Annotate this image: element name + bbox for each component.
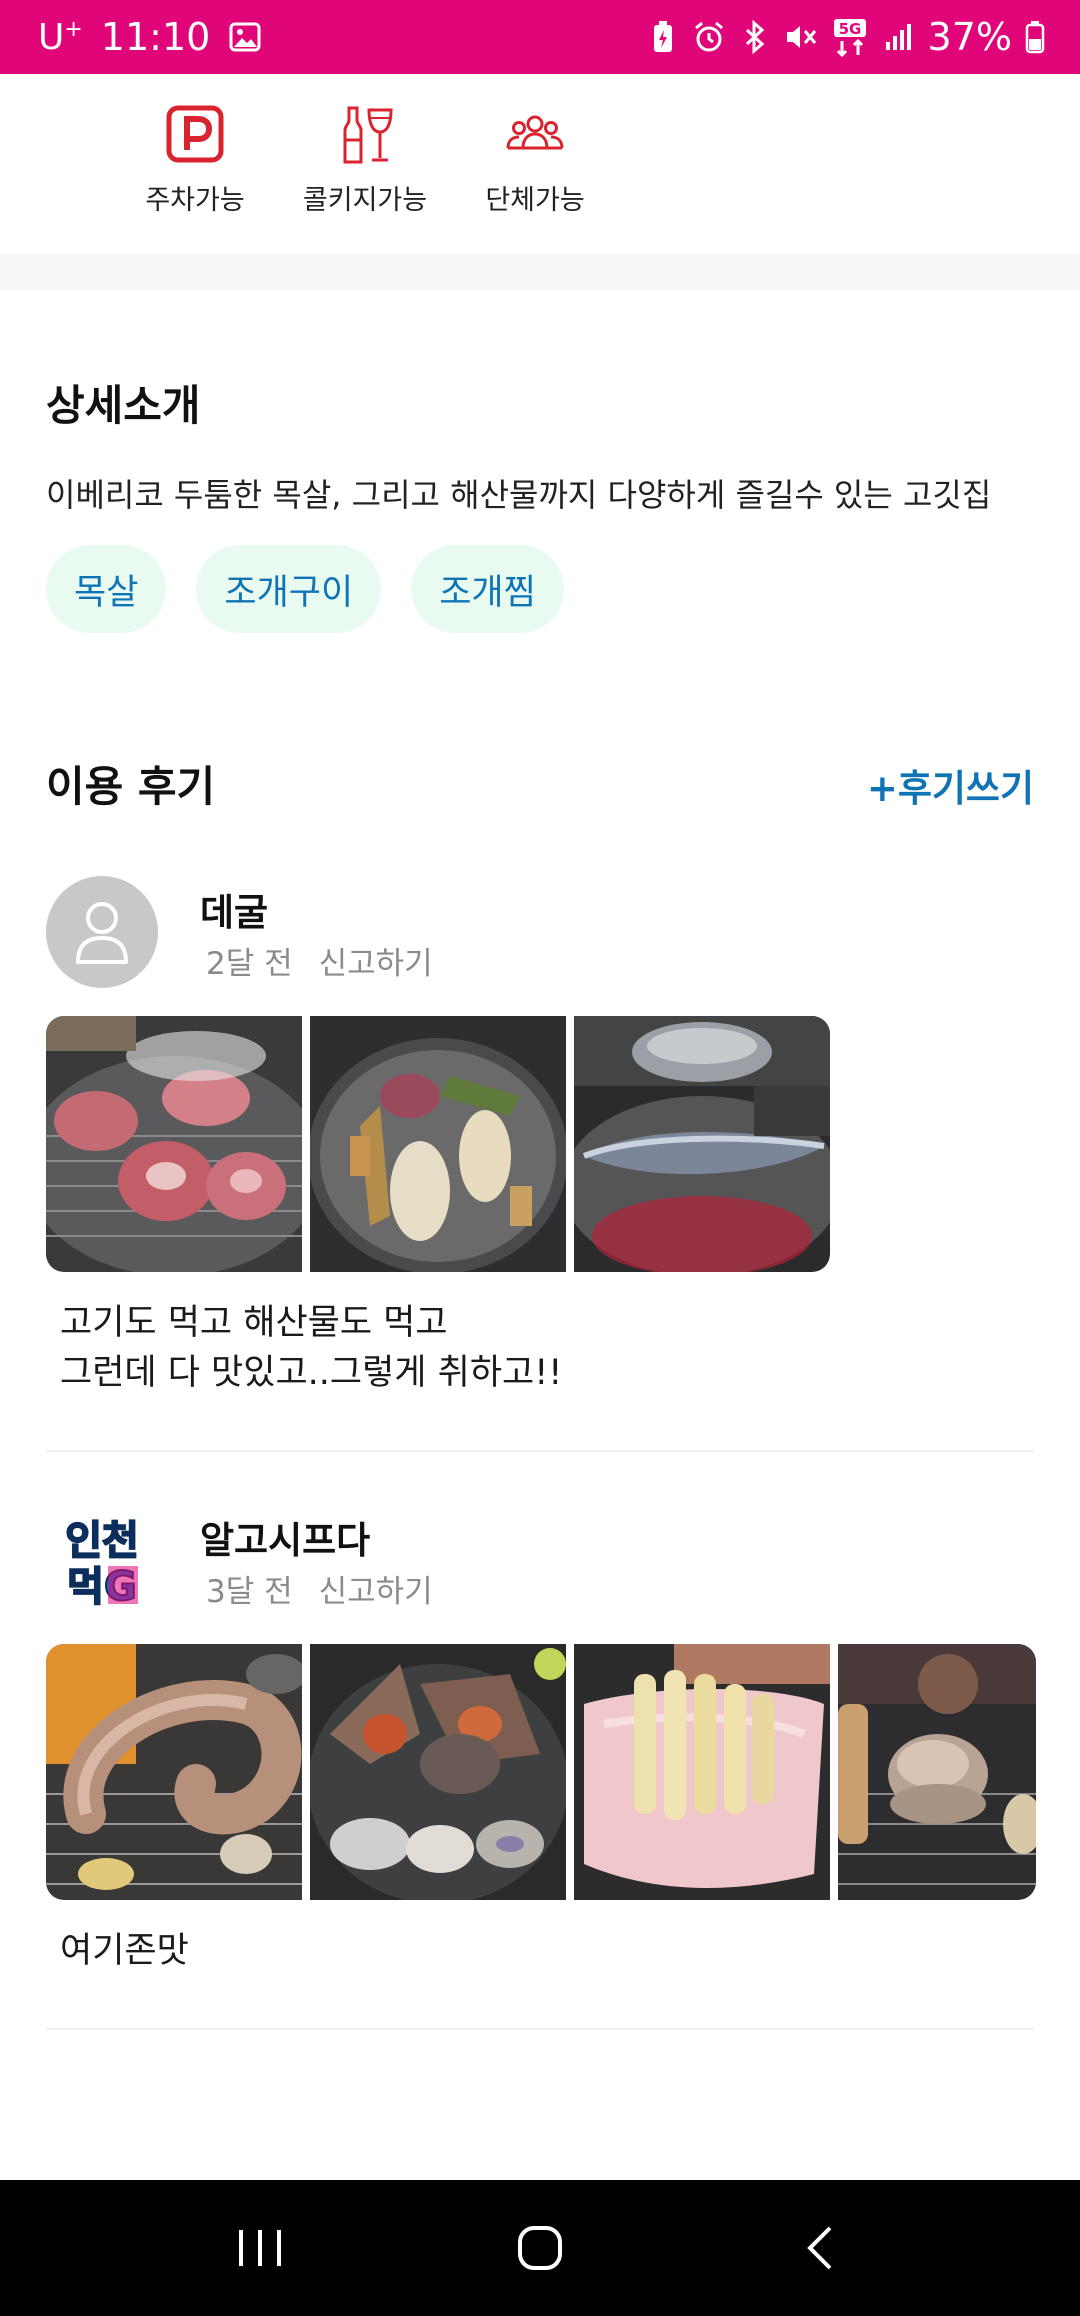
- review-separator: [46, 2028, 1034, 2030]
- bluetooth-icon: [738, 17, 772, 57]
- home-icon: [518, 2226, 562, 2270]
- parking-icon: [166, 102, 224, 166]
- user-placeholder-icon: [76, 902, 128, 964]
- review-time: 2달 전: [206, 946, 293, 982]
- review-photo[interactable]: [46, 1016, 302, 1272]
- group-icon: [505, 102, 565, 166]
- incheon-mukg-logo: 인천 먹G: [60, 1514, 144, 1611]
- review-time: 3달 전: [206, 1574, 293, 1610]
- avatar[interactable]: [46, 876, 158, 988]
- home-button[interactable]: [480, 2208, 600, 2288]
- amenity-label: 단체가능: [485, 185, 585, 216]
- section-divider: [0, 254, 1080, 290]
- review-photo[interactable]: [574, 1644, 830, 1900]
- back-button[interactable]: [760, 2208, 880, 2288]
- corkage-icon: [335, 102, 395, 166]
- alarm-icon: [692, 17, 726, 57]
- amenity-label: 콜키지가능: [302, 185, 428, 216]
- tag-list: 목살 조개구이 조개찜: [46, 545, 564, 633]
- review-photos: [46, 1016, 830, 1272]
- review-photo[interactable]: [310, 1644, 566, 1900]
- amenity-group: 단체가능: [450, 74, 620, 254]
- report-button[interactable]: 신고하기: [319, 1566, 433, 1611]
- back-icon: [807, 2226, 832, 2270]
- amenity-parking: 주차가능: [110, 74, 280, 254]
- review-photo[interactable]: [574, 1016, 830, 1272]
- review-user-name: 데굴: [200, 891, 269, 934]
- battery-saver-icon: [646, 17, 680, 57]
- review-photo[interactable]: [46, 1644, 302, 1900]
- review-meta: 2달 전 신고하기: [206, 938, 433, 983]
- avatar[interactable]: 인천 먹G: [46, 1504, 158, 1616]
- tag-chip[interactable]: 목살: [46, 545, 167, 633]
- review-text: 고기도 먹고 해산물도 먹고 그런데 다 맛있고..그렇게 취하고!!: [60, 1303, 563, 1393]
- review-photo[interactable]: [838, 1644, 1036, 1900]
- tag-chip[interactable]: 조개구이: [196, 545, 382, 633]
- review-meta: 3달 전 신고하기: [206, 1566, 433, 1611]
- review-item: 데굴 2달 전 신고하기 고기도 먹고 해산물도 먹고 그런데 다 맛있고..그…: [46, 876, 1034, 1416]
- review-user-name: 알고시프다: [200, 1519, 371, 1562]
- network-5g-icon: 5G: [830, 17, 870, 57]
- status-right: 5G 37%: [646, 15, 1046, 59]
- gallery-icon: [228, 17, 262, 57]
- review-photos: [46, 1644, 1036, 1900]
- recent-apps-button[interactable]: [200, 2208, 320, 2288]
- review-photo[interactable]: [310, 1016, 566, 1272]
- detail-title: 상세소개: [46, 381, 201, 430]
- network-type-label: 5G: [838, 20, 861, 38]
- review-separator: [46, 1450, 1034, 1452]
- review-item: 인천 먹G 알고시프다 3달 전 신고하기 여기존맛: [46, 1504, 1036, 2024]
- report-button[interactable]: 신고하기: [319, 938, 433, 983]
- battery-percent: 37%: [927, 15, 1012, 59]
- recent-apps-icon: [239, 2230, 281, 2266]
- tag-chip[interactable]: 조개찜: [411, 545, 564, 633]
- review-text: 여기존맛: [60, 1931, 189, 1971]
- mute-icon: [784, 17, 818, 57]
- amenities-row: 주차가능 콜키지가능 단체가능: [0, 74, 1080, 254]
- amenity-corkage: 콜키지가능: [280, 74, 450, 254]
- svg-text:인천: 인천: [65, 1518, 139, 1564]
- detail-description: 이베리코 두툼한 목살, 그리고 해산물까지 다양하게 즐길수 있는 고깃집: [46, 476, 992, 514]
- reviews-title: 이용 후기: [46, 762, 216, 811]
- status-bar: U+ 11:10 5G 37%: [0, 0, 1080, 74]
- status-left: U+ 11:10: [38, 15, 262, 59]
- amenity-label: 주차가능: [145, 185, 245, 216]
- battery-icon: [1024, 17, 1046, 57]
- status-time: 11:10: [100, 15, 211, 59]
- carrier-label: U+: [38, 16, 83, 58]
- signal-icon: [882, 17, 916, 57]
- write-review-button[interactable]: +후기쓰기: [867, 758, 1034, 812]
- system-nav-bar: [0, 2180, 1080, 2316]
